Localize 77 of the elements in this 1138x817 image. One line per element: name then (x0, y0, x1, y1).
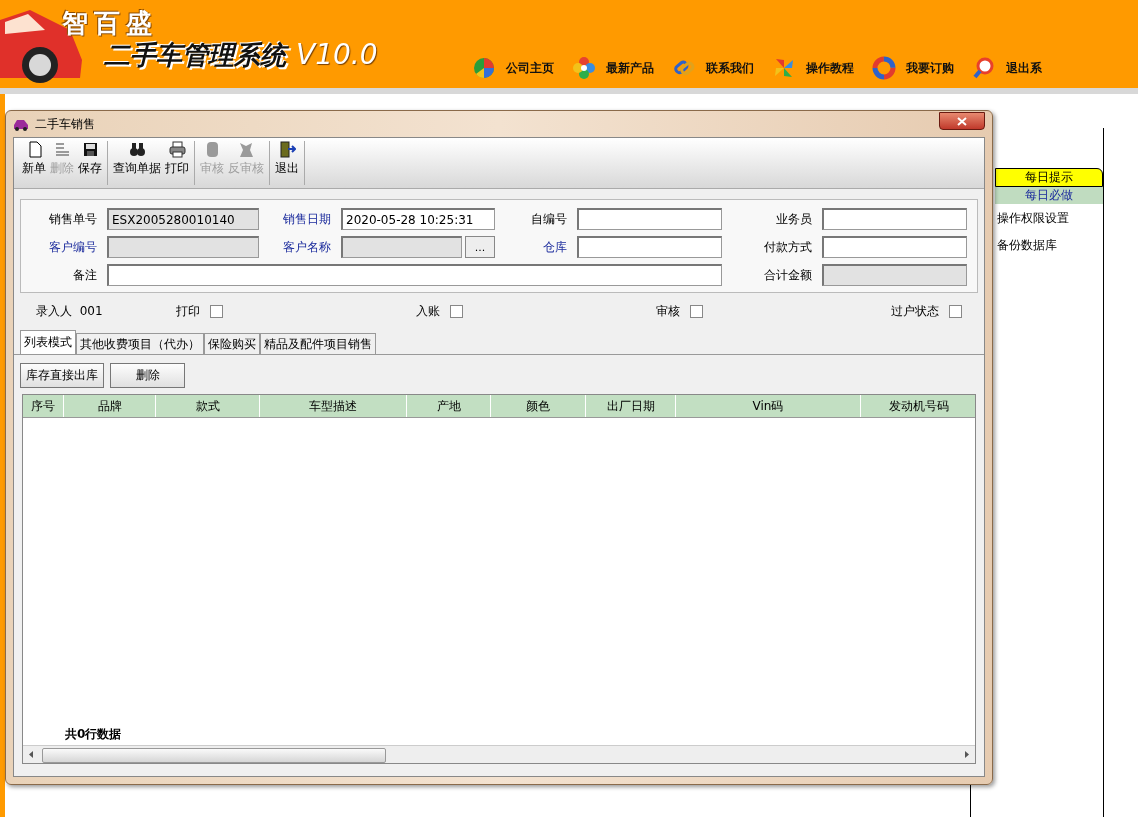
column-header[interactable]: 颜色 (491, 395, 586, 417)
input-field[interactable] (822, 208, 967, 230)
column-header[interactable]: 出厂日期 (586, 395, 676, 417)
panel-tab[interactable]: 每日必做 (995, 187, 1103, 204)
toolbar-button[interactable]: 新单 (20, 141, 48, 185)
action-button[interactable]: 删除 (110, 363, 185, 388)
field-label: 业务员 (775, 210, 813, 228)
column-header[interactable]: Vin码 (676, 395, 861, 417)
nav-link[interactable]: 公司主页 (506, 59, 554, 77)
toolbar-button[interactable]: 查询单据 (111, 141, 163, 185)
figure-icon (237, 141, 255, 158)
ring-icon[interactable] (872, 56, 896, 80)
field-label: 付款方式 (763, 238, 813, 256)
column-header[interactable]: 款式 (156, 395, 260, 417)
search-icon[interactable] (972, 56, 996, 80)
input-field[interactable] (107, 264, 722, 286)
field-label: 客户编号 (48, 238, 98, 256)
printer-icon (168, 141, 186, 158)
field-label: 销售单号 (48, 210, 98, 228)
nav-link[interactable]: 我要订购 (906, 59, 954, 77)
column-header[interactable]: 发动机号码 (861, 395, 975, 417)
logo-text: 智百盛 (62, 8, 159, 38)
nav-link[interactable]: 操作教程 (806, 59, 854, 77)
list-icon (53, 141, 71, 158)
field-label: 备注 (72, 266, 98, 284)
scroll-bar[interactable] (23, 745, 975, 763)
field-label: 自编号 (530, 210, 568, 228)
input-field[interactable] (577, 236, 722, 258)
close-icon (957, 116, 967, 126)
field-label: 合计金额 (763, 266, 813, 284)
window-title: 二手车销售 (35, 115, 96, 133)
car-icon (13, 117, 29, 131)
checkbox-label: 审核 (656, 303, 680, 320)
checkbox[interactable] (210, 305, 223, 318)
input-field[interactable] (341, 236, 462, 258)
browse-button[interactable]: ... (465, 236, 495, 258)
input-field[interactable]: ESX2005280010140 (107, 208, 259, 230)
input-field[interactable] (577, 208, 722, 230)
input-field[interactable] (822, 264, 967, 286)
exit-door-icon (278, 141, 296, 158)
column-header[interactable]: 产地 (407, 395, 491, 417)
field-label: 销售日期 (282, 210, 332, 228)
column-header[interactable]: 车型描述 (260, 395, 407, 417)
tab[interactable]: 其他收费项目（代办） (76, 333, 204, 354)
row-count: 共0行数据 (65, 726, 122, 743)
input-field[interactable] (107, 236, 259, 258)
field-label: 客户名称 (282, 238, 332, 256)
checkbox[interactable] (949, 305, 962, 318)
binoculars-icon (128, 141, 146, 158)
input-field[interactable] (822, 236, 967, 258)
checkbox-label: 过户状态 (891, 303, 939, 320)
flower-icon[interactable] (572, 56, 596, 80)
checkbox-label: 打印 (176, 303, 200, 320)
tab[interactable]: 列表模式 (20, 330, 76, 354)
field-label: 仓库 (542, 238, 568, 256)
action-button[interactable]: 库存直接出库 (20, 363, 104, 388)
toolbar-button[interactable]: 打印 (163, 141, 191, 185)
save-icon (81, 141, 99, 158)
column-header[interactable]: 序号 (23, 395, 64, 417)
toolbar-button[interactable]: 保存 (76, 141, 104, 185)
pie-icon[interactable] (472, 56, 496, 80)
pinwheel-icon[interactable] (772, 56, 796, 80)
column-header[interactable]: 品牌 (64, 395, 156, 417)
checkbox[interactable] (450, 305, 463, 318)
input-field[interactable]: 2020-05-28 10:25:31 (341, 208, 495, 230)
tab[interactable]: 保险购买 (204, 333, 260, 354)
panel-tab[interactable]: 每日提示 (995, 168, 1103, 187)
checkbox[interactable] (690, 305, 703, 318)
nav-link[interactable]: 退出系 (1006, 59, 1042, 77)
version-label: V10.0 (296, 38, 378, 71)
checkbox-label: 入账 (416, 303, 440, 320)
nav-link[interactable]: 最新产品 (606, 59, 654, 77)
nav-link[interactable]: 联系我们 (706, 59, 754, 77)
close-button[interactable] (939, 112, 985, 130)
entered-by-label: 录入人 001 (36, 303, 104, 320)
tab[interactable]: 精品及配件项目销售 (260, 333, 376, 354)
toolbar-button[interactable]: 退出 (273, 141, 301, 185)
